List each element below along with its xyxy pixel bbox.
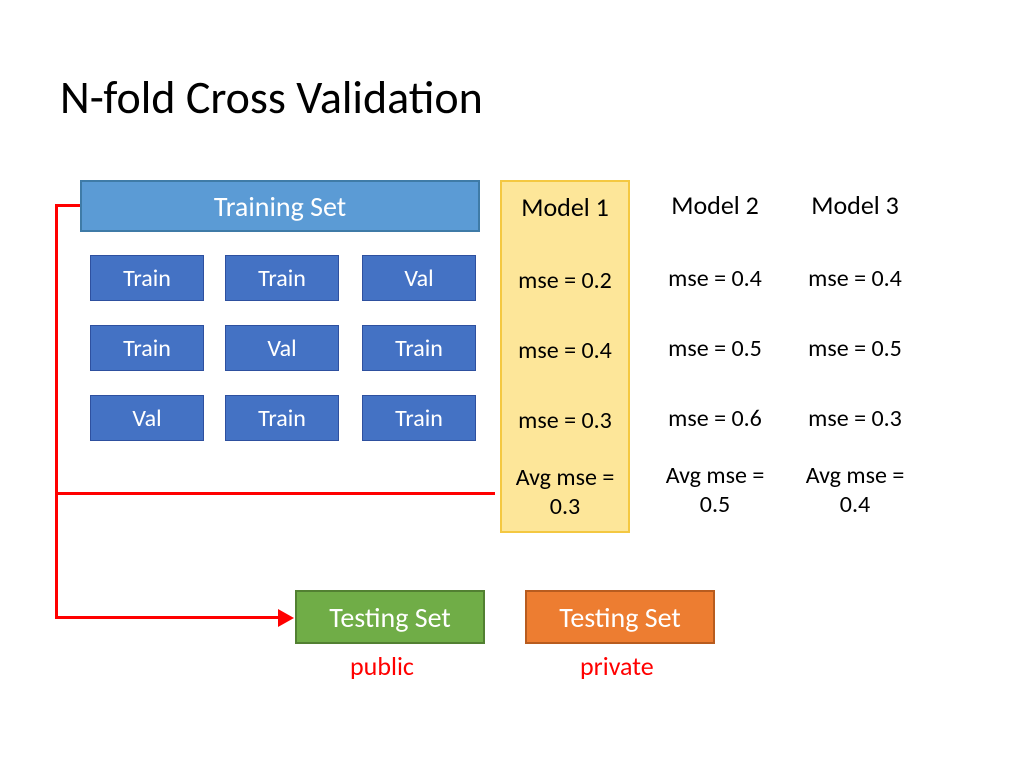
mse-value: mse = 0.6 (650, 405, 780, 434)
fold-cell: Val (225, 325, 339, 371)
fold-cell: Train (90, 255, 204, 301)
caption-private: private (580, 650, 654, 682)
arrow-segment (55, 616, 280, 619)
mse-value: mse = 0.4 (790, 265, 920, 294)
fold-cell: Train (225, 255, 339, 301)
testing-set-private: Testing Set (525, 590, 715, 644)
arrow-segment (55, 204, 58, 619)
avg-mse: Avg mse = 0.3 (502, 464, 628, 522)
mse-value: mse = 0.5 (650, 335, 780, 364)
fold-cell: Train (362, 395, 476, 441)
caption-public: public (350, 650, 414, 682)
avg-mse: Avg mse = 0.4 (790, 462, 920, 520)
model-column-2: Model 2 mse = 0.4 mse = 0.5 mse = 0.6 Av… (650, 180, 780, 231)
mse-value: mse = 0.3 (502, 407, 628, 436)
model-label: Model 3 (790, 190, 920, 221)
page-title: N-fold Cross Validation (60, 70, 483, 126)
arrow-segment (55, 492, 495, 495)
mse-value: mse = 0.5 (790, 335, 920, 364)
model-label: Model 1 (502, 192, 628, 223)
model-column-1: Model 1 mse = 0.2 mse = 0.4 mse = 0.3 Av… (500, 180, 630, 533)
training-set-box: Training Set (80, 180, 480, 232)
mse-value: mse = 0.4 (502, 337, 628, 366)
fold-cell: Train (362, 325, 476, 371)
mse-value: mse = 0.3 (790, 405, 920, 434)
fold-cell: Val (90, 395, 204, 441)
arrow-segment (55, 204, 80, 207)
fold-cell: Train (225, 395, 339, 441)
testing-set-public: Testing Set (295, 590, 485, 644)
mse-value: mse = 0.2 (502, 267, 628, 296)
fold-cell: Val (362, 255, 476, 301)
mse-value: mse = 0.4 (650, 265, 780, 294)
arrow-head-icon (278, 609, 294, 627)
model-label: Model 2 (650, 190, 780, 221)
avg-mse: Avg mse = 0.5 (650, 462, 780, 520)
model-column-3: Model 3 mse = 0.4 mse = 0.5 mse = 0.3 Av… (790, 180, 920, 231)
fold-cell: Train (90, 325, 204, 371)
